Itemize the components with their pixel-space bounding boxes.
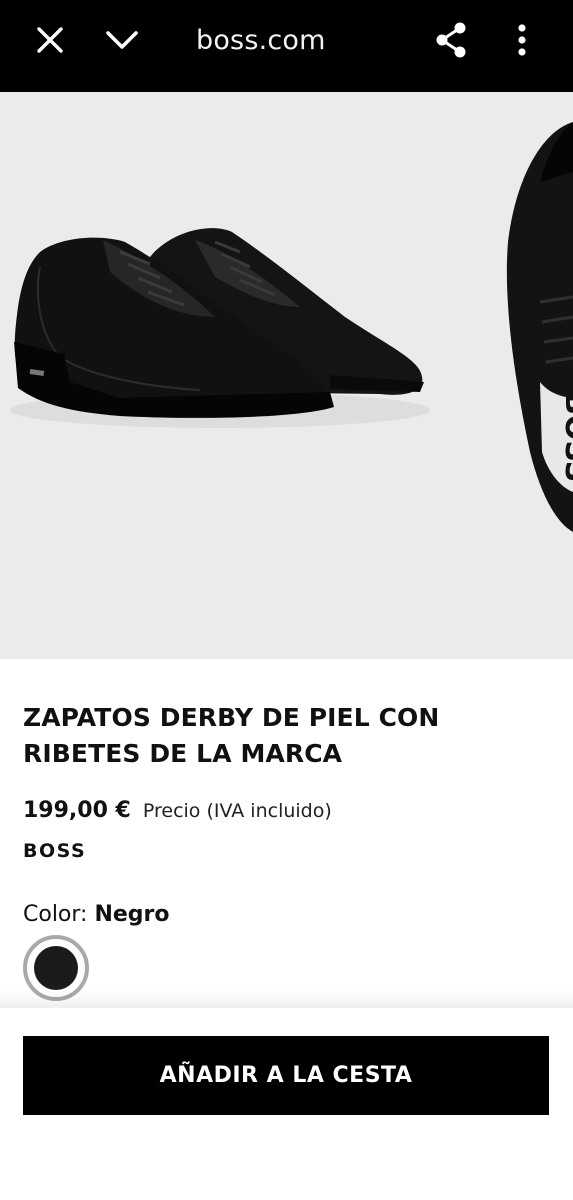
color-value: Negro [94,902,170,927]
price-row: 199,00 € Precio (IVA incluido) [23,798,332,823]
shoe-logo-text: BOSS [558,392,573,482]
sticky-bar-shadow [0,990,573,1010]
more-vertical-icon [518,24,526,56]
color-selection-label: Color: Negro [23,902,170,927]
product-title: ZAPATOS DERBY DE PIEL CON RIBETES DE LA … [23,703,440,768]
more-options-button[interactable] [498,16,546,64]
price-note: Precio (IVA incluido) [142,800,332,822]
add-to-cart-button[interactable]: AÑADIR A LA CESTA [23,1036,549,1115]
product-price: 199,00 € [23,798,131,823]
browser-toolbar: boss.com [0,0,573,92]
product-image: BOSS [10,122,573,532]
product-image-gallery[interactable]: BOSS [0,92,573,659]
close-button[interactable] [26,16,74,64]
shoe-side-partial: BOSS [506,122,573,532]
color-swatch-fill [34,946,78,990]
share-icon [436,22,466,58]
url-text[interactable]: boss.com [196,24,326,58]
color-label: Color: [23,902,88,927]
share-button[interactable] [427,16,475,64]
collapse-button[interactable] [98,16,146,64]
brand-name[interactable]: BOSS [23,840,86,862]
close-icon [37,27,63,53]
chevron-down-icon [106,31,138,49]
